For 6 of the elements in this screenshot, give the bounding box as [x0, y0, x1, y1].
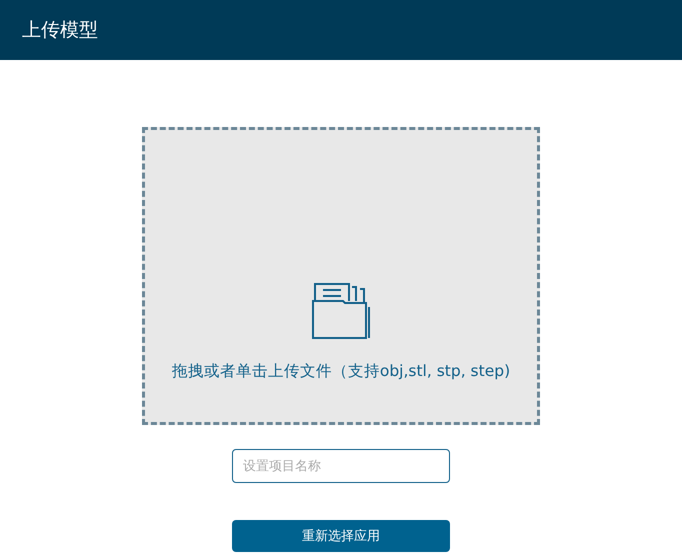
folder-icon	[312, 280, 370, 338]
upload-hint: 拖拽或者单击上传文件（支持obj,stl, stp, step)	[172, 360, 510, 382]
upload-dropzone[interactable]: 拖拽或者单击上传文件（支持obj,stl, stp, step)	[142, 127, 540, 425]
project-name-field[interactable]: 设置项目名称	[232, 449, 450, 483]
reselect-button[interactable]: 重新选择应用	[232, 520, 450, 552]
page-title: 上传模型	[22, 18, 98, 43]
